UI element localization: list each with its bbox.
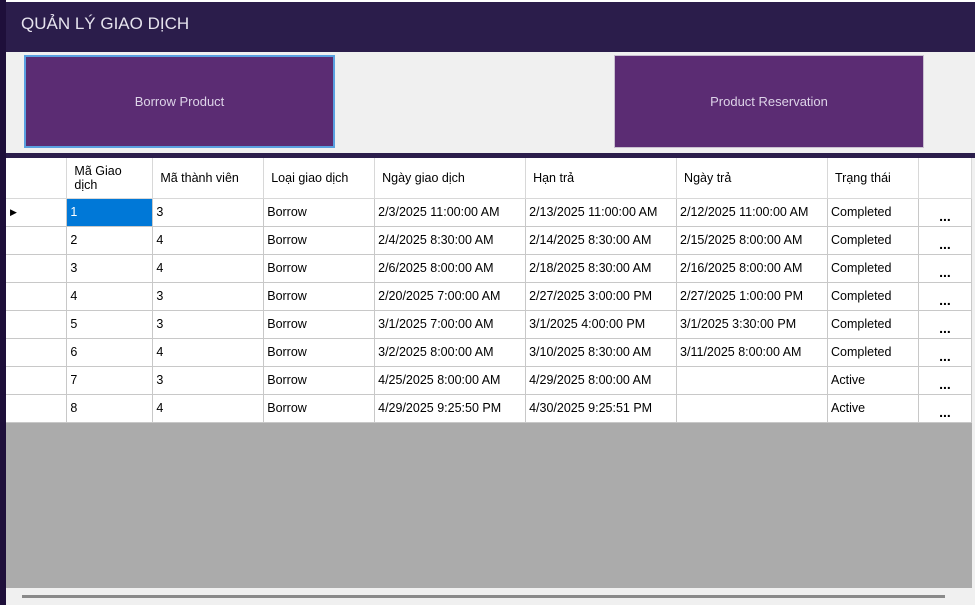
table-row[interactable]: 6 4 Borrow 3/2/2025 8:00:00 AM 3/10/2025 8:3… (6, 337, 973, 367)
cell-status[interactable]: Completed (827, 337, 919, 367)
column-header[interactable]: Hạn trả (525, 158, 678, 199)
cell-date[interactable]: 4/25/2025 8:00:00 AM (374, 365, 527, 395)
cell-date[interactable]: 2/4/2025 8:30:00 AM (374, 225, 527, 255)
cell-id[interactable]: 3 (66, 253, 154, 283)
cell-type[interactable]: Borrow (263, 225, 376, 255)
cell-member[interactable]: 4 (152, 253, 265, 283)
more-button[interactable]: ... (917, 281, 973, 311)
cell-type[interactable]: Borrow (263, 197, 376, 227)
cell-member[interactable]: 4 (152, 393, 265, 423)
cell-status[interactable]: Completed (827, 309, 919, 339)
cell-id[interactable]: 1 (66, 197, 154, 227)
cell-date[interactable]: 2/3/2025 11:00:00 AM (374, 197, 527, 227)
column-header[interactable] (918, 158, 973, 199)
more-button[interactable]: ... (917, 309, 973, 339)
cell-status[interactable]: Completed (827, 281, 919, 311)
cell-returned[interactable]: 3/1/2025 3:30:00 PM (676, 309, 829, 339)
cell-id[interactable]: 4 (66, 281, 154, 311)
cell-id[interactable]: 5 (66, 309, 154, 339)
cell-member[interactable]: 3 (152, 309, 265, 339)
row-header[interactable] (6, 281, 68, 311)
cell-id[interactable]: 7 (66, 365, 154, 395)
cell-returned[interactable]: 2/15/2025 8:00:00 AM (676, 225, 829, 255)
cell-due[interactable]: 3/1/2025 4:00:00 PM (525, 309, 678, 339)
product-reservation-button[interactable]: Product Reservation (614, 55, 924, 148)
cell-member[interactable]: 3 (152, 365, 265, 395)
row-header[interactable] (6, 253, 68, 283)
cell-returned[interactable]: 2/12/2025 11:00:00 AM (676, 197, 829, 227)
column-header[interactable]: Mã thành viên (152, 158, 265, 199)
cell-status[interactable]: Completed (827, 225, 919, 255)
cell-member[interactable]: 3 (152, 281, 265, 311)
column-header[interactable]: Ngày trả (676, 158, 829, 199)
cell-member[interactable]: 4 (152, 225, 265, 255)
column-header[interactable]: Loại giao dịch (263, 158, 376, 199)
cell-id[interactable]: 8 (66, 393, 154, 423)
table-row[interactable]: ▶ 1 3 Borrow 2/3/2025 11:00:00 AM 2/13/2025 1… (6, 197, 973, 227)
cell-status[interactable]: Active (827, 365, 919, 395)
more-button[interactable]: ... (917, 393, 973, 423)
table-row[interactable]: 2 4 Borrow 2/4/2025 8:30:00 AM 2/14/2025 8:3… (6, 225, 973, 255)
table-row[interactable]: 8 4 Borrow 4/29/2025 9:25:50 PM 4/30/2025 9:… (6, 393, 973, 423)
cell-type[interactable]: Borrow (263, 253, 376, 283)
row-header[interactable] (6, 337, 68, 367)
more-button[interactable]: ... (917, 225, 973, 255)
cell-type[interactable]: Borrow (263, 281, 376, 311)
cell-id[interactable]: 6 (66, 337, 154, 367)
cell-date[interactable]: 2/6/2025 8:00:00 AM (374, 253, 527, 283)
cell-type[interactable]: Borrow (263, 309, 376, 339)
borrow-product-button[interactable]: Borrow Product (24, 55, 335, 148)
row-header[interactable] (6, 309, 68, 339)
cell-due[interactable]: 2/14/2025 8:30:00 AM (525, 225, 678, 255)
cell-type[interactable]: Borrow (263, 393, 376, 423)
cell-due[interactable]: 2/18/2025 8:30:00 AM (525, 253, 678, 283)
cell-date[interactable]: 3/2/2025 8:00:00 AM (374, 337, 527, 367)
cell-date[interactable]: 3/1/2025 7:00:00 AM (374, 309, 527, 339)
current-row-indicator-icon[interactable]: ▶ (6, 197, 68, 227)
cell-due[interactable]: 2/27/2025 3:00:00 PM (525, 281, 678, 311)
row-header[interactable] (6, 365, 68, 395)
cell-returned[interactable]: 3/11/2025 8:00:00 AM (676, 337, 829, 367)
cell-date[interactable]: 4/29/2025 9:25:50 PM (374, 393, 527, 423)
cell-status[interactable]: Active (827, 393, 919, 423)
cell-status[interactable]: Completed (827, 253, 919, 283)
column-header[interactable]: Mã Giao dịch (66, 158, 154, 199)
transactions-grid[interactable]: Mã Giao dịch Mã thành viên Loại giao dịch N… (6, 158, 973, 588)
row-header-corner (6, 158, 68, 199)
action-panel: Borrow Product Product Reservation (6, 52, 975, 153)
cell-id[interactable]: 2 (66, 225, 154, 255)
cell-returned[interactable] (676, 365, 829, 395)
table-row[interactable]: 3 4 Borrow 2/6/2025 8:00:00 AM 2/18/2025 8:3… (6, 253, 973, 283)
cell-status[interactable]: Completed (827, 197, 919, 227)
cell-type[interactable]: Borrow (263, 337, 376, 367)
more-button[interactable]: ... (917, 253, 973, 283)
header-bar: QUẢN LÝ GIAO DỊCH (6, 0, 975, 52)
cell-due[interactable]: 4/30/2025 9:25:51 PM (525, 393, 678, 423)
more-button[interactable]: ... (917, 365, 973, 395)
cell-returned[interactable]: 2/16/2025 8:00:00 AM (676, 253, 829, 283)
cell-due[interactable]: 4/29/2025 8:00:00 AM (525, 365, 678, 395)
column-header[interactable]: Ngày giao dịch (374, 158, 527, 199)
column-header[interactable]: Trạng thái (827, 158, 919, 199)
cell-date[interactable]: 2/20/2025 7:00:00 AM (374, 281, 527, 311)
cell-returned[interactable] (676, 393, 829, 423)
cell-due[interactable]: 2/13/2025 11:00:00 AM (525, 197, 678, 227)
cell-returned[interactable]: 2/27/2025 1:00:00 PM (676, 281, 829, 311)
cell-type[interactable]: Borrow (263, 365, 376, 395)
table-row[interactable]: 4 3 Borrow 2/20/2025 7:00:00 AM 2/27/2025 3:… (6, 281, 973, 311)
table-row[interactable]: 5 3 Borrow 3/1/2025 7:00:00 AM 3/1/2025 4:00… (6, 309, 973, 339)
cell-due[interactable]: 3/10/2025 8:30:00 AM (525, 337, 678, 367)
more-button[interactable]: ... (917, 337, 973, 367)
page-title: QUẢN LÝ GIAO DỊCH (21, 14, 190, 33)
cell-member[interactable]: 3 (152, 197, 265, 227)
header-row: Mã Giao dịch Mã thành viên Loại giao dịch N… (6, 158, 973, 199)
row-header[interactable] (6, 393, 68, 423)
table-row[interactable]: 7 3 Borrow 4/25/2025 8:00:00 AM 4/29/2025 8:… (6, 365, 973, 395)
more-button[interactable]: ... (917, 197, 973, 227)
horizontal-scrollbar[interactable] (22, 595, 945, 598)
row-header[interactable] (6, 225, 68, 255)
cell-member[interactable]: 4 (152, 337, 265, 367)
transactions-table: Mã Giao dịch Mã thành viên Loại giao dịch N… (6, 158, 973, 423)
